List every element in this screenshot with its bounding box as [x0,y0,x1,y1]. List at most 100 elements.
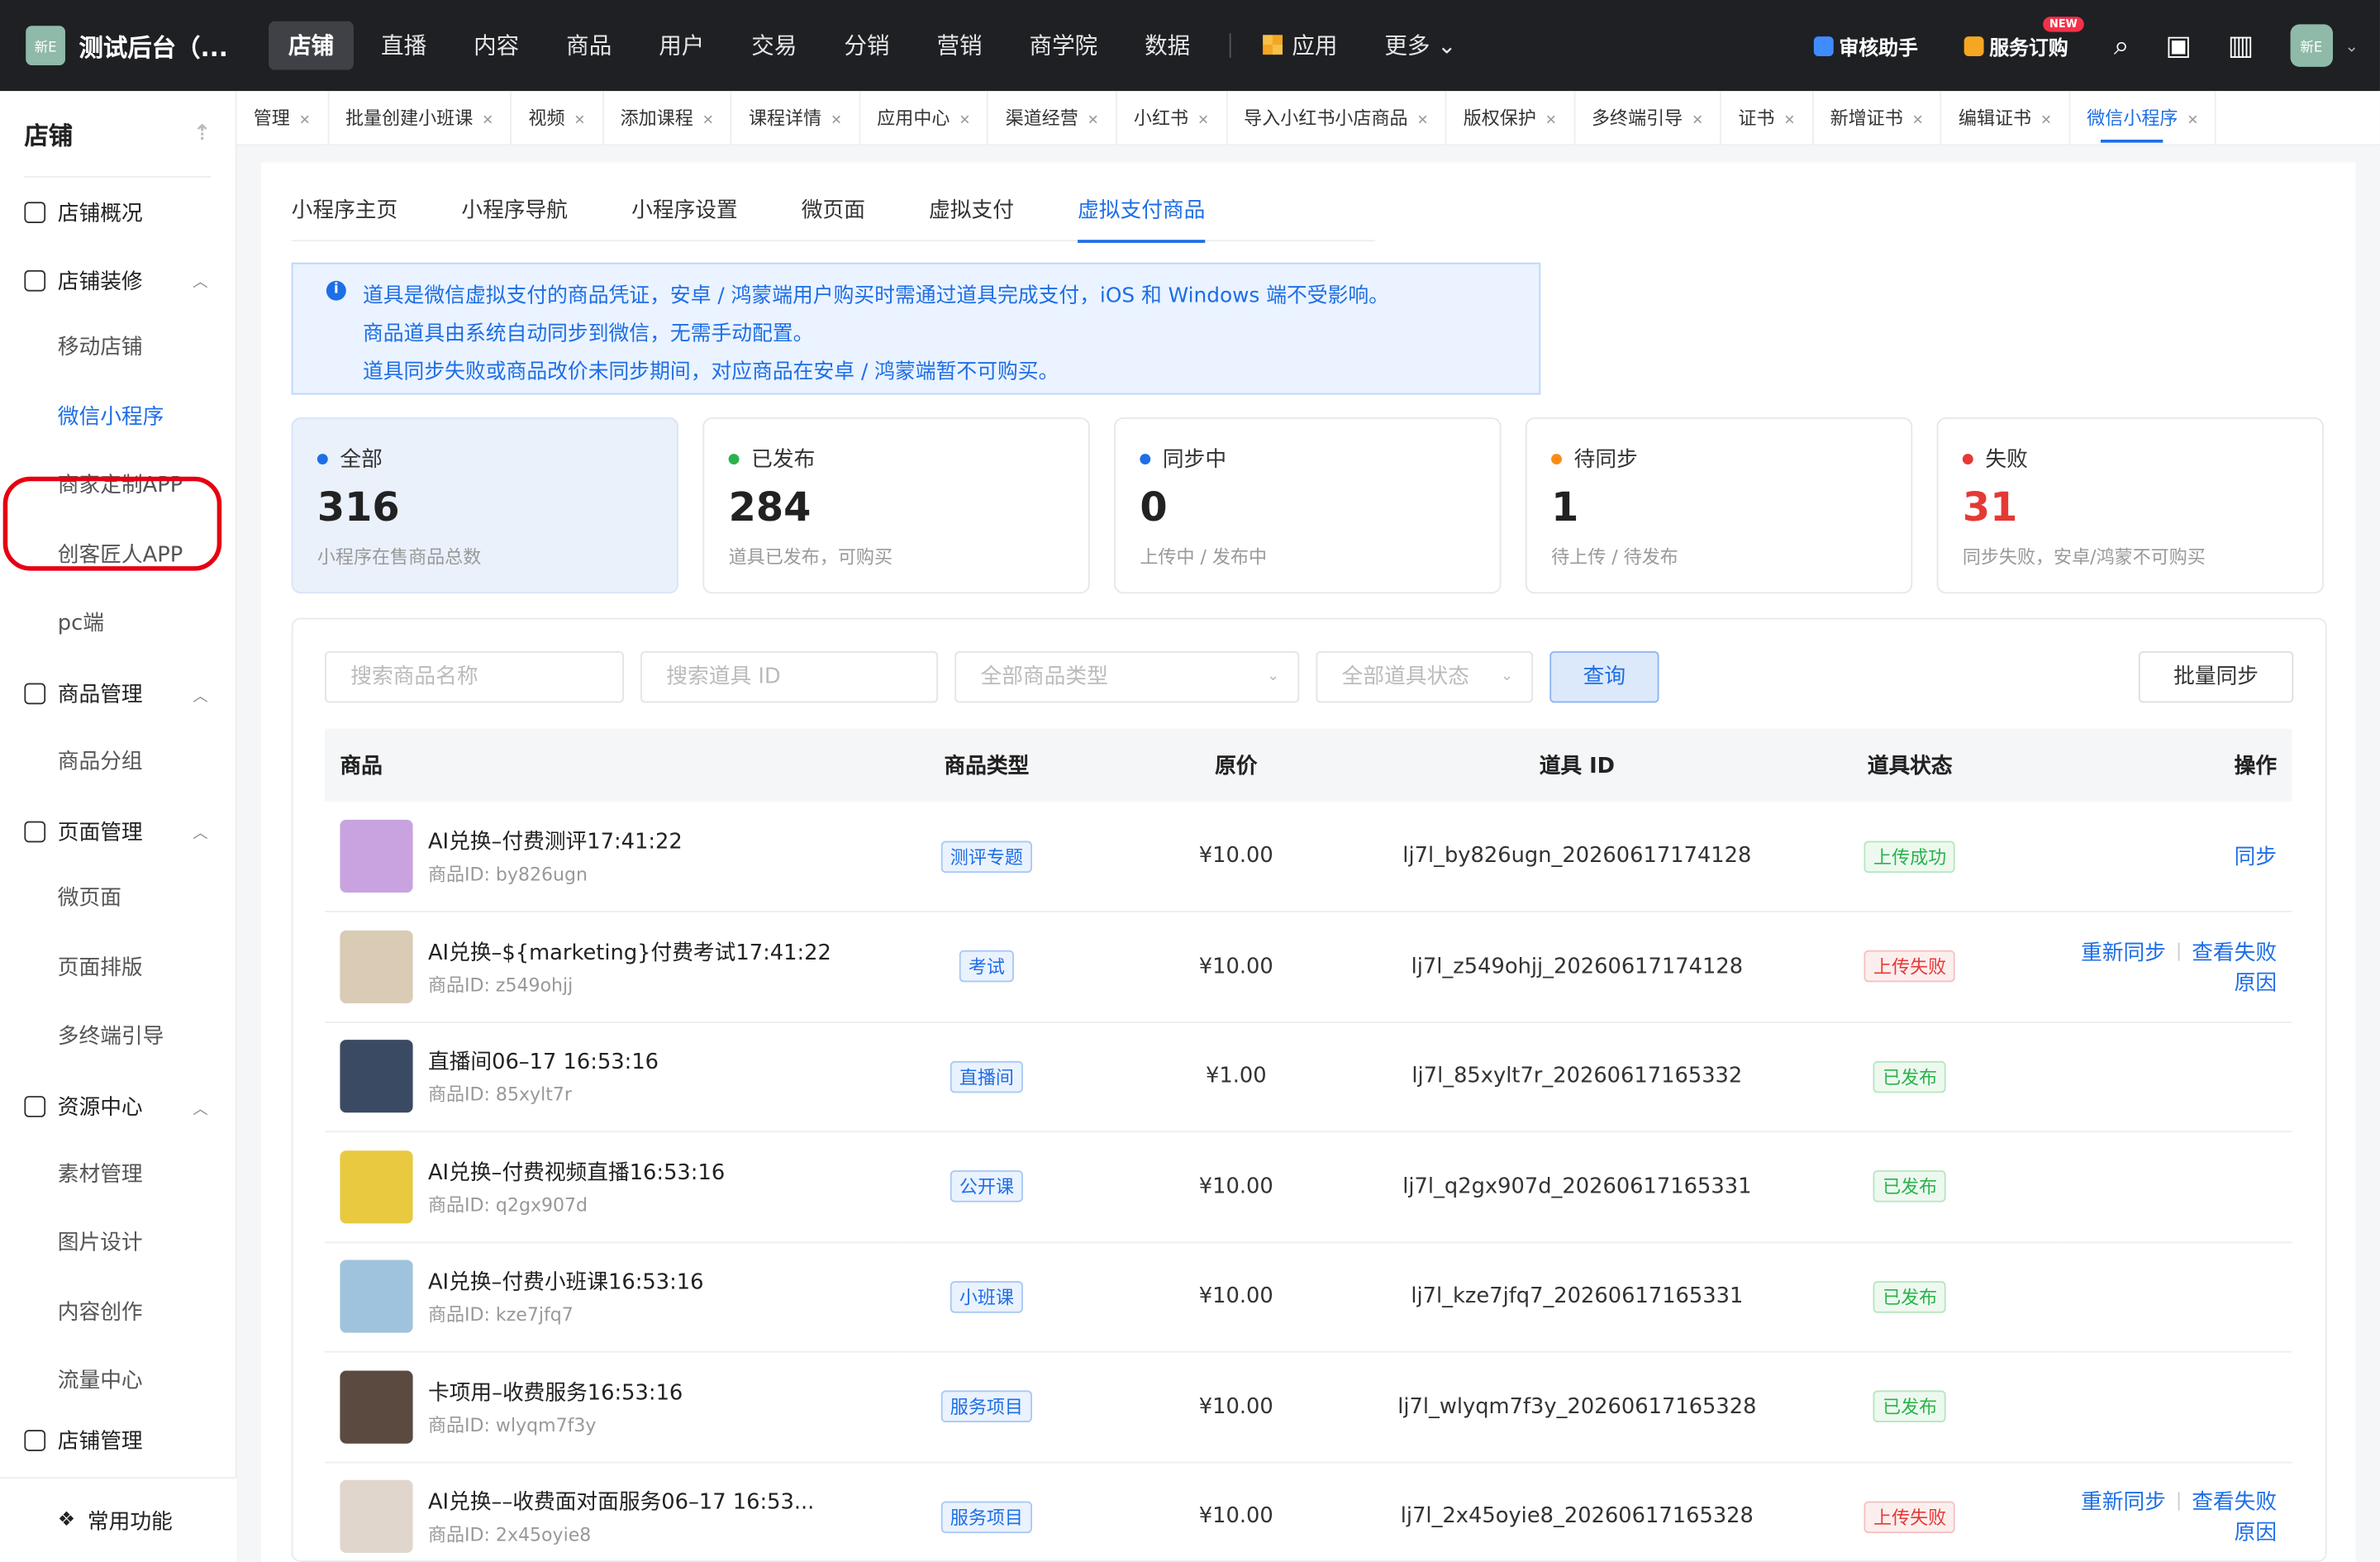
nav-item-more[interactable]: 更多 ⌄ [1365,21,1477,70]
nav-item[interactable]: 商学院 [1010,21,1117,70]
sync-link[interactable]: 同步 [2235,845,2277,869]
sidebar-group[interactable]: 资源中心 ︿ [0,1073,236,1141]
book-icon[interactable]: ▥ [2228,30,2254,62]
close-icon[interactable]: ✕ [1197,113,1209,128]
subtab-item[interactable]: 虚拟支付 [929,178,1014,241]
close-icon[interactable]: ✕ [831,113,842,128]
tab-item[interactable]: 版权保护 ✕ [1446,91,1575,145]
nav-item[interactable]: 店铺 [269,21,354,70]
tab-item[interactable]: 应用中心 ✕ [860,91,989,145]
common-functions-button[interactable]: ❖ 常用功能 [0,1477,237,1562]
product[interactable]: AI兑换–付费测评17:41:22 商品ID: by826ugn [340,819,898,893]
batch-sync-button[interactable]: 批量同步 [2138,650,2294,703]
close-icon[interactable]: ✕ [702,113,714,128]
avatar[interactable]: 新E [2290,24,2333,67]
close-icon[interactable]: ✕ [1783,113,1795,128]
close-icon[interactable]: ✕ [1912,113,1924,128]
search-icon[interactable]: ⌕ [2114,30,2130,62]
tab-item[interactable]: 导入小红书小店商品 ✕ [1227,91,1447,145]
app-logo[interactable]: 新E 测试后台（... [26,26,269,65]
chevron-down-icon: ⌄ [1500,668,1514,685]
sidebar-item[interactable]: 内容创作 [0,1279,236,1348]
product[interactable]: 直播间06–17 16:53:16 商品ID: 85xylt7r [340,1040,898,1113]
sidebar-item[interactable]: 移动店铺 [0,314,236,383]
tab-item[interactable]: 添加课程 ✕ [603,91,732,145]
sidebar-group[interactable]: 商品管理 ︿ [0,660,236,728]
close-icon[interactable]: ✕ [1692,113,1703,128]
stat-card[interactable]: 同步中 0 上传中 / 发布中 [1114,417,1502,594]
stat-card[interactable]: 已发布 284 道具已发布，可购买 [702,417,1090,594]
tab-item[interactable]: 视频 ✕ [512,91,604,145]
sidebar-item[interactable]: 流量中心 [0,1348,236,1417]
stat-label-text: 全部 [340,447,383,473]
close-icon[interactable]: ✕ [482,113,493,128]
nav-item[interactable]: 营销 [917,21,1002,70]
view-failure-reason-link[interactable]: 查看失败原因 [2192,941,2277,995]
subtab-item[interactable]: 小程序主页 [292,178,398,241]
subtab-item[interactable]: 小程序导航 [461,178,568,241]
nav-item-app[interactable]: 应用 [1244,21,1358,70]
stat-card[interactable]: 失败 31 同步失败，安卓/鸿蒙不可购买 [1936,417,2324,594]
tool-status-select[interactable]: 全部道具状态 ⌄ [1316,650,1534,703]
sidebar-group[interactable]: 店铺管理 [0,1417,236,1463]
collapse-icon[interactable]: ⇡ [193,121,212,145]
product[interactable]: AI兑换–付费视频直播16:53:16 商品ID: q2gx907d [340,1150,898,1223]
sidebar-item[interactable]: 素材管理 [0,1141,236,1210]
sidebar-item[interactable]: 页面排版 [0,934,236,1003]
close-icon[interactable]: ✕ [2040,113,2052,128]
sidebar-item[interactable]: 多终端引导 [0,1003,236,1073]
sidebar-item[interactable]: 微信小程序 [0,383,236,453]
store-icon[interactable]: ▣ [2166,30,2192,62]
subtab-item[interactable]: 微页面 [802,178,865,241]
tab-item[interactable]: 管理 ✕ [237,91,329,145]
tab-item[interactable]: 渠道经营 ✕ [988,91,1117,145]
close-icon[interactable]: ✕ [959,113,970,128]
goods-type-select[interactable]: 全部商品类型 ⌄ [954,650,1300,703]
stat-card[interactable]: 待同步 1 待上传 / 待发布 [1525,417,1913,594]
tab-item[interactable]: 小红书 ✕ [1117,91,1227,145]
sidebar-item[interactable]: 微页面 [0,865,236,935]
sidebar-group[interactable]: 店铺概况 [0,178,236,246]
sidebar-item[interactable]: pc端 [0,590,236,660]
nav-item[interactable]: 商品 [546,21,631,70]
product[interactable]: 卡项用–收费服务16:53:16 商品ID: wlyqm7f3y [340,1370,898,1444]
sidebar-item[interactable]: 图片设计 [0,1210,236,1279]
sidebar-item[interactable]: 商品分组 [0,728,236,798]
view-failure-reason-link[interactable]: 查看失败原因 [2192,1491,2277,1545]
nav-item[interactable]: 分销 [825,21,910,70]
close-icon[interactable]: ✕ [1545,113,1557,128]
tab-item[interactable]: 批量创建小班课 ✕ [329,91,512,145]
tab-item[interactable]: 微信小程序 ✕ [2070,91,2217,145]
tab-item[interactable]: 新增证书 ✕ [1813,91,1942,145]
nav-item[interactable]: 数据 [1125,21,1210,70]
product[interactable]: AI兑换––收费面对面服务06–17 16:53... 商品ID: 2x45oyi… [340,1480,898,1554]
subtab-item[interactable]: 虚拟支付商品 [1078,178,1206,243]
tab-item[interactable]: 课程详情 ✕ [732,91,861,145]
query-button[interactable]: 查询 [1549,650,1659,703]
nav-item[interactable]: 内容 [454,21,539,70]
tab-item[interactable]: 编辑证书 ✕ [1942,91,2071,145]
tab-item[interactable]: 多终端引导 ✕ [1575,91,1722,145]
search-name-input[interactable]: 搜索商品名称 [325,650,624,703]
sidebar-group[interactable]: 店铺装修 ︿ [0,246,236,315]
subtab-item[interactable]: 小程序设置 [631,178,738,241]
resync-link[interactable]: 重新同步 [2081,1491,2166,1515]
nav-item[interactable]: 用户 [639,21,724,70]
close-icon[interactable]: ✕ [2187,113,2198,128]
resync-link[interactable]: 重新同步 [2081,941,2166,964]
sidebar-group[interactable]: 页面管理 ︿ [0,797,236,865]
product[interactable]: AI兑换–${marketing}付费考试17:41:22 商品ID: z549o… [340,930,898,1003]
close-icon[interactable]: ✕ [1417,113,1429,128]
service-subscribe-button[interactable]: 服务订购 NEW [1963,16,2084,60]
chevron-down-icon[interactable]: ⌄ [2344,36,2359,55]
close-icon[interactable]: ✕ [299,113,311,128]
nav-item[interactable]: 交易 [731,21,816,70]
close-icon[interactable]: ✕ [574,113,586,128]
close-icon[interactable]: ✕ [1088,113,1099,128]
stat-card[interactable]: 全部 316 小程序在售商品总数 [291,417,679,594]
tab-item[interactable]: 证书 ✕ [1721,91,1814,145]
product[interactable]: AI兑换–付费小班课16:53:16 商品ID: kze7jfq7 [340,1260,898,1334]
search-id-input[interactable]: 搜索道具 ID [640,650,939,703]
audit-assistant-button[interactable]: 审核助手 [1813,31,1918,60]
nav-item[interactable]: 直播 [361,21,446,70]
